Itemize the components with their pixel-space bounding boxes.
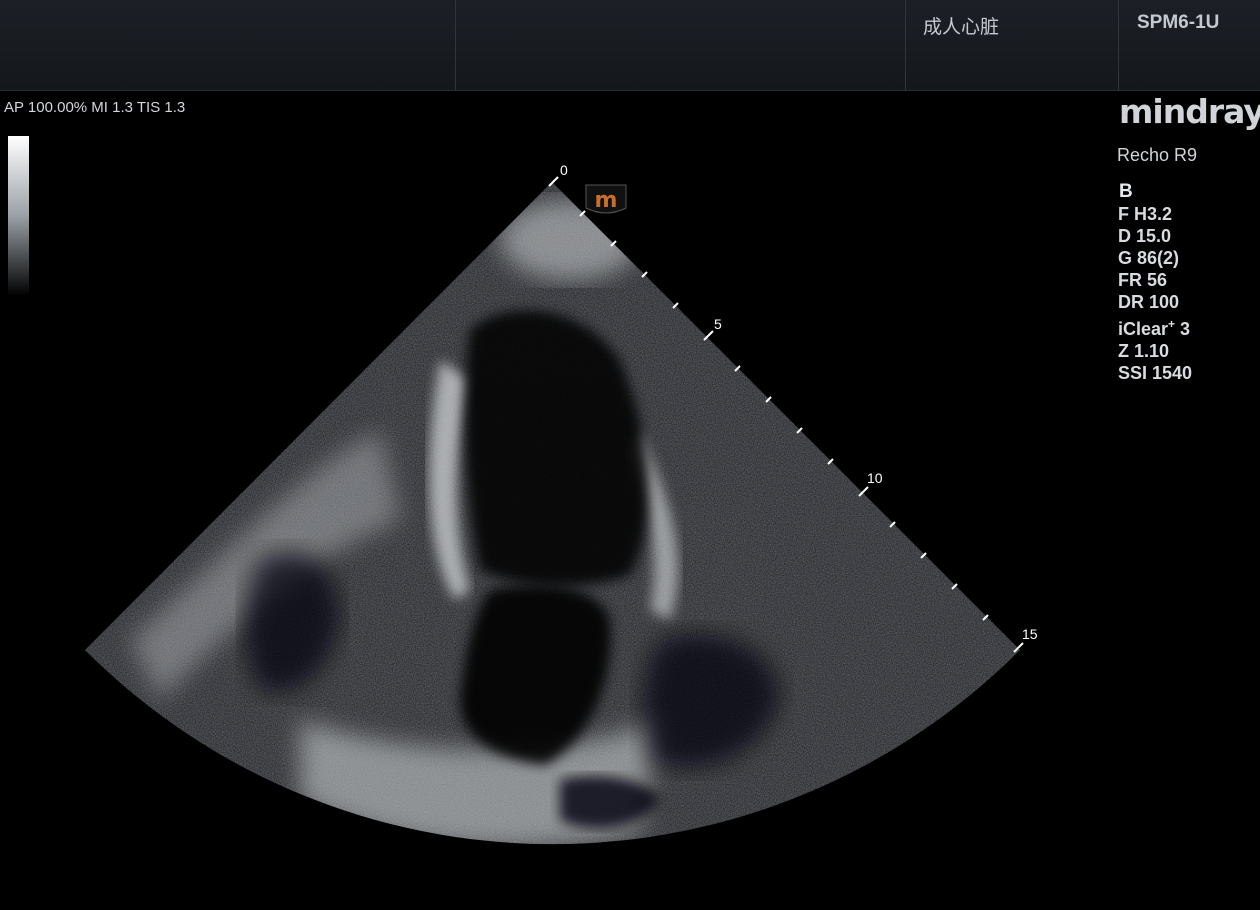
depth-label-0: 0 bbox=[560, 162, 568, 178]
probe-label: SPM6-1U bbox=[1137, 12, 1220, 33]
exam-preset-label: 成人心脏 bbox=[923, 17, 1000, 38]
param-frequency: F H3.2 bbox=[1118, 204, 1173, 224]
depth-label-5: 5 bbox=[714, 316, 722, 332]
iclear-name: iClear bbox=[1118, 319, 1169, 339]
param-frame-rate: FR 56 bbox=[1118, 270, 1168, 290]
ultrasound-image: 0 5 10 15 m bbox=[85, 162, 1038, 845]
depth-label-10: 10 bbox=[867, 470, 883, 486]
imaging-parameters: F H3.2 D 15.0 G 86(2) FR 56 DR 100 iClea… bbox=[1118, 203, 1192, 384]
exam-preset-cell[interactable]: 成人心脏 bbox=[905, 0, 1119, 90]
orientation-marker-icon: m bbox=[585, 184, 627, 214]
system-model: Recho R9 bbox=[1117, 145, 1198, 165]
param-zoom: Z 1.10 bbox=[1118, 341, 1170, 361]
param-gain: G 86(2) bbox=[1118, 248, 1180, 268]
top-bar-cell-1 bbox=[0, 0, 455, 90]
orientation-marker-glyph: m bbox=[595, 188, 618, 213]
param-depth: D 15.0 bbox=[1118, 226, 1172, 246]
top-bar-cell-2 bbox=[455, 0, 906, 90]
param-dynamic-range: DR 100 bbox=[1118, 292, 1180, 312]
depth-label-15: 15 bbox=[1022, 626, 1038, 642]
parameter-panel: mindray Recho R9 B F H3.2 D 15.0 G 86(2)… bbox=[1100, 92, 1260, 910]
param-iclear: iClear+ 3 bbox=[1118, 313, 1192, 340]
top-status-bar: 成人心脏 SPM6-1U bbox=[0, 0, 1260, 91]
probe-cell[interactable]: SPM6-1U bbox=[1118, 0, 1260, 90]
param-ssi: SSI 1540 bbox=[1118, 363, 1193, 383]
imaging-mode: B bbox=[1119, 181, 1133, 202]
sector-scan bbox=[85, 182, 1020, 845]
iclear-sup: + bbox=[1168, 317, 1176, 331]
iclear-value: 3 bbox=[1175, 319, 1191, 339]
brand-logo: mindray bbox=[1119, 92, 1260, 131]
